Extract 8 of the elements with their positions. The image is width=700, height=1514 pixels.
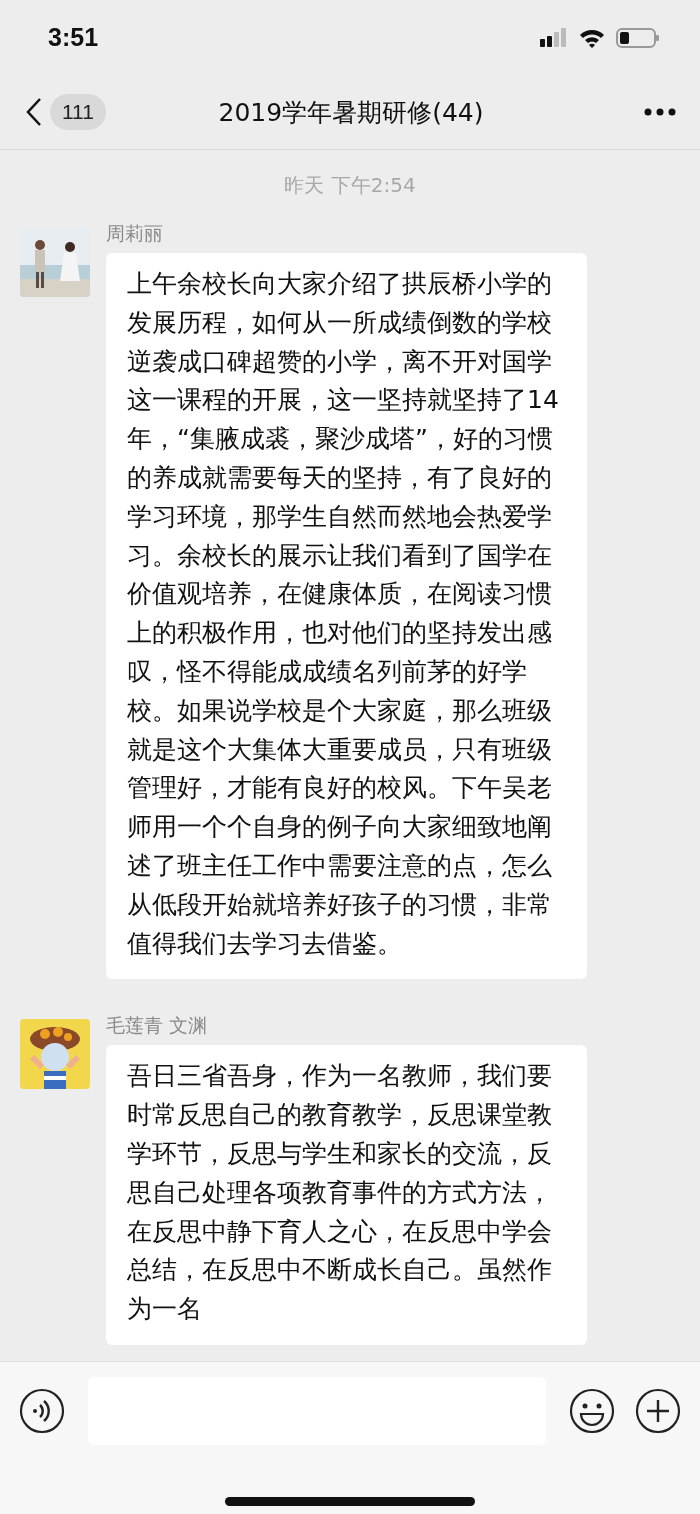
unread-count: 111 xyxy=(50,94,106,130)
timestamp: 昨天 下午2:54 xyxy=(283,172,417,199)
status-time: 3:51 xyxy=(48,23,99,52)
sender-name: 周莉丽 xyxy=(106,221,164,246)
sender-name: 毛莲青 文渊 xyxy=(106,1013,209,1039)
message-bubble: 上午余校长向大家介绍了拱辰桥小学的发展历程，如何从一所成绩倒数的学校逆袭成口碑超赞的小学，离不开对国学这一课程的开展，这一坚持就坚持了14年，“集腋成裘，聚沙成塔”，好的习惯的养成就需要每天的坚持，有了良好的学习环境，那学生自然而然地会热爱学习。余校长的展示让我们看到了国学在价值观培养，在健康体质，在阅读习惯上的积极作用，也对他们的坚持发出感叹，怪不得能成成绩名列前茅的好学校。如果说学校是个大家庭，那么班级就是这个大集体大重要成员，只有班级管理好，才能有良好的校风。下午吴老师用一个个自身的例子向大家细致地阐述了班主任工作中需要注意的点，怎么从低段开始就培养好孩子的习惯，非常值得我们去学习去借鉴。 xyxy=(106,253,587,980)
chat-title: 2019学年暑期研修(44) xyxy=(218,96,484,129)
message-bubble: 吾日三省吾身，作为一名教师，我们要时常反思自己的教育教学，反思课堂教学环节，反思与学生和家长的交流，反思自己处理各项教育事件的方式方法，在反思中静下育人之心，在反思中学会总结，在反思中不断成长自己。虽然作为一名 xyxy=(106,1045,587,1345)
